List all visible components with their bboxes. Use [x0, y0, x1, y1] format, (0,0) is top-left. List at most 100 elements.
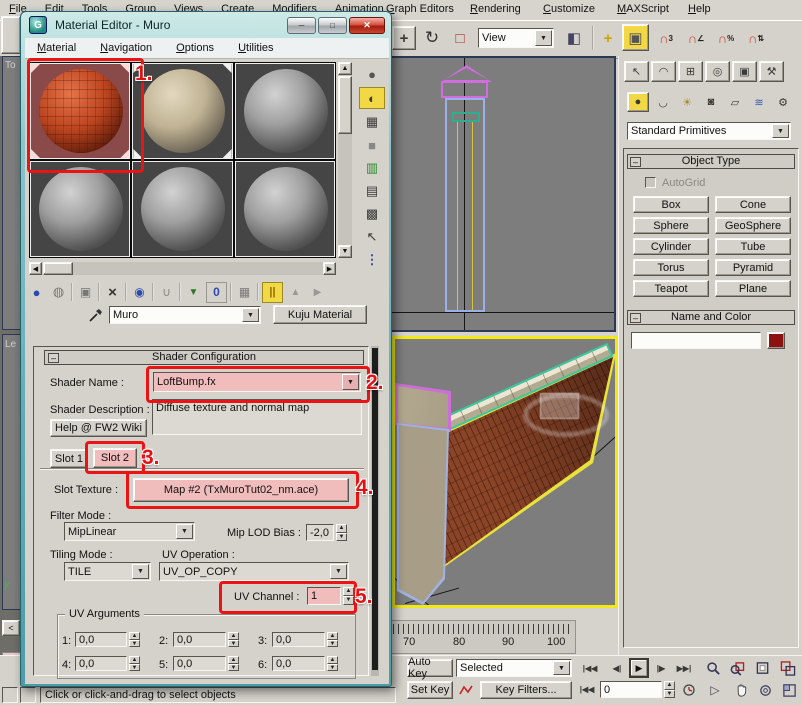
min-max-toggle-button[interactable]	[779, 680, 799, 700]
sample-slot[interactable]	[132, 161, 232, 257]
show-end-result-icon[interactable]: ||	[262, 282, 283, 303]
me-titlebar[interactable]: G Material Editor - Muro ─ □ ✕	[21, 12, 391, 38]
menu-customize[interactable]: Customize	[543, 3, 595, 15]
sample-slot[interactable]	[235, 63, 335, 159]
select-scale-button[interactable]: □	[448, 26, 472, 50]
zoom-extents-button[interactable]	[753, 658, 773, 678]
make-unique-icon[interactable]: ∪	[157, 283, 176, 302]
video-color-check-icon[interactable]: ▥	[359, 158, 385, 178]
snap-3d-icon[interactable]: ∩3	[654, 26, 678, 50]
mirror-button[interactable]: ◧	[562, 26, 586, 50]
uv-arg-field-4[interactable]: 0,0	[75, 656, 127, 671]
spinner-snap-icon[interactable]: ∩⇅	[744, 26, 768, 50]
utilities-tab[interactable]: ⚒	[759, 61, 784, 82]
slot1-tab[interactable]: Slot 1	[50, 449, 88, 468]
shapes-button[interactable]: ◡	[652, 92, 674, 112]
reference-coordinate-dropdown[interactable]: View ▼	[478, 28, 554, 48]
chevron-down-icon[interactable]: ▼	[535, 30, 552, 46]
material-name-dropdown[interactable]: Muro ▼	[109, 306, 261, 324]
minimize-button[interactable]: ─	[287, 17, 316, 34]
filter-mode-dropdown[interactable]: MipLinear ▼	[64, 522, 195, 541]
lights-button[interactable]: ☀	[676, 92, 698, 112]
sample-slot[interactable]	[30, 161, 130, 257]
autogrid-checkbox[interactable]	[645, 177, 656, 188]
uv-arg-field-3[interactable]: 0,0	[272, 632, 325, 647]
percent-snap-icon[interactable]: ∩%	[714, 26, 738, 50]
previous-frame-button[interactable]: ◀|	[608, 660, 626, 677]
primitive-category-dropdown[interactable]: Standard Primitives ▼	[627, 122, 791, 140]
slot-texture-button[interactable]: Map #2 (TxMuroTut02_nm.ace)	[133, 478, 349, 502]
chevron-down-icon[interactable]: ▼	[242, 308, 259, 322]
play-button[interactable]: ▶	[629, 658, 649, 678]
chevron-down-icon[interactable]: ▼	[176, 524, 193, 539]
slot2-tab[interactable]: Slot 2	[93, 448, 137, 468]
material-options-icon[interactable]: ▩	[359, 204, 385, 224]
motion-tab[interactable]: ◎	[705, 61, 730, 82]
chevron-down-icon[interactable]: ▼	[553, 661, 570, 675]
sample-slot-active[interactable]	[132, 63, 232, 159]
go-forward-sibling-icon[interactable]: ▶	[308, 283, 327, 302]
menu-rendering[interactable]: Rendering	[470, 3, 521, 15]
chevron-down-icon[interactable]: ▼	[330, 564, 347, 579]
hierarchy-tab[interactable]: ⊞	[678, 61, 703, 82]
key-selection-dropdown[interactable]: Selected▼	[456, 659, 572, 677]
frame-spinner[interactable]: ▲▼	[664, 681, 675, 698]
uv-arg-spinner[interactable]: ▲▼	[129, 632, 140, 647]
uv-arg-field-5[interactable]: 0,0	[173, 656, 226, 671]
scroll-right-icon[interactable]: ▶	[323, 262, 336, 275]
close-button[interactable]: ✕	[349, 17, 385, 34]
helpers-button[interactable]: ▱	[724, 92, 746, 112]
uv-arg-spinner[interactable]: ▲▼	[228, 656, 239, 671]
me-menu-navigation[interactable]: Navigation	[88, 40, 164, 56]
scroll-down-icon[interactable]: ▼	[338, 245, 352, 258]
modify-tab[interactable]: ◠	[651, 61, 676, 82]
make-material-copy-icon[interactable]: ◉	[130, 283, 149, 302]
uv-arg-field-1[interactable]: 0,0	[75, 632, 127, 647]
pyramid-button[interactable]: Pyramid	[715, 259, 791, 276]
assign-material-icon[interactable]: ▣	[76, 283, 95, 302]
snaps-toggle-button[interactable]: ▣	[622, 24, 649, 51]
display-tab[interactable]: ▣	[732, 61, 757, 82]
mip-lod-bias-spinner[interactable]: ▲▼	[336, 524, 347, 541]
hscroll-thumb[interactable]	[43, 262, 73, 275]
maximize-button[interactable]: □	[318, 17, 347, 34]
sample-uv-tiling-icon[interactable]: ■	[359, 135, 385, 155]
manipulate-button[interactable]: +	[598, 26, 618, 50]
spacewarps-button[interactable]: ≋	[748, 92, 770, 112]
background-icon[interactable]: ▦	[359, 112, 385, 132]
create-tab[interactable]: ↖	[624, 61, 649, 82]
sample-slot-brick[interactable]	[30, 63, 130, 159]
time-slider-left-arrow[interactable]: <	[2, 620, 20, 636]
set-key-button[interactable]: Set Key	[407, 681, 453, 699]
get-material-icon[interactable]: ●	[27, 283, 46, 302]
next-frame-button[interactable]: |▶	[652, 660, 670, 677]
zoom-button[interactable]	[703, 658, 723, 678]
me-menu-options[interactable]: Options	[164, 40, 226, 56]
uv-channel-field[interactable]: 1	[307, 587, 341, 605]
uv-operation-dropdown[interactable]: UV_OP_COPY ▼	[159, 562, 349, 581]
geosphere-button[interactable]: GeoSphere	[715, 217, 791, 234]
put-material-to-scene-icon[interactable]: ◍	[49, 283, 68, 302]
material-id-channel-icon[interactable]: 0	[206, 282, 227, 303]
angle-snap-icon[interactable]: ∩∠	[684, 26, 708, 50]
tiling-mode-dropdown[interactable]: TILE ▼	[64, 562, 151, 581]
key-mode-icon[interactable]	[457, 681, 475, 699]
go-to-parent-icon[interactable]: ▲	[286, 283, 305, 302]
object-name-field[interactable]	[631, 332, 761, 349]
plane-button[interactable]: Plane	[715, 280, 791, 297]
uv-arg-spinner[interactable]: ▲▼	[228, 632, 239, 647]
object-type-rollout-header[interactable]: – Object Type	[627, 154, 795, 169]
material-map-navigator-icon[interactable]: ⋮	[359, 250, 385, 270]
menu-help[interactable]: Help	[688, 3, 711, 15]
me-menu-utilities[interactable]: Utilities	[226, 40, 285, 56]
arc-rotate-button[interactable]	[755, 680, 775, 700]
delete-material-icon[interactable]: ×	[103, 283, 122, 302]
go-to-start-button[interactable]: |◀◀	[578, 660, 602, 677]
torus-button[interactable]: Torus	[633, 259, 709, 276]
params-scrollbar[interactable]	[371, 346, 379, 676]
auto-key-button[interactable]: Auto Key	[407, 659, 453, 677]
uv-arg-field-6[interactable]: 0,0	[272, 656, 325, 671]
current-frame-field[interactable]: 0	[600, 681, 662, 698]
select-by-material-icon[interactable]: ↖	[359, 227, 385, 247]
scroll-up-icon[interactable]: ▲	[338, 62, 352, 75]
